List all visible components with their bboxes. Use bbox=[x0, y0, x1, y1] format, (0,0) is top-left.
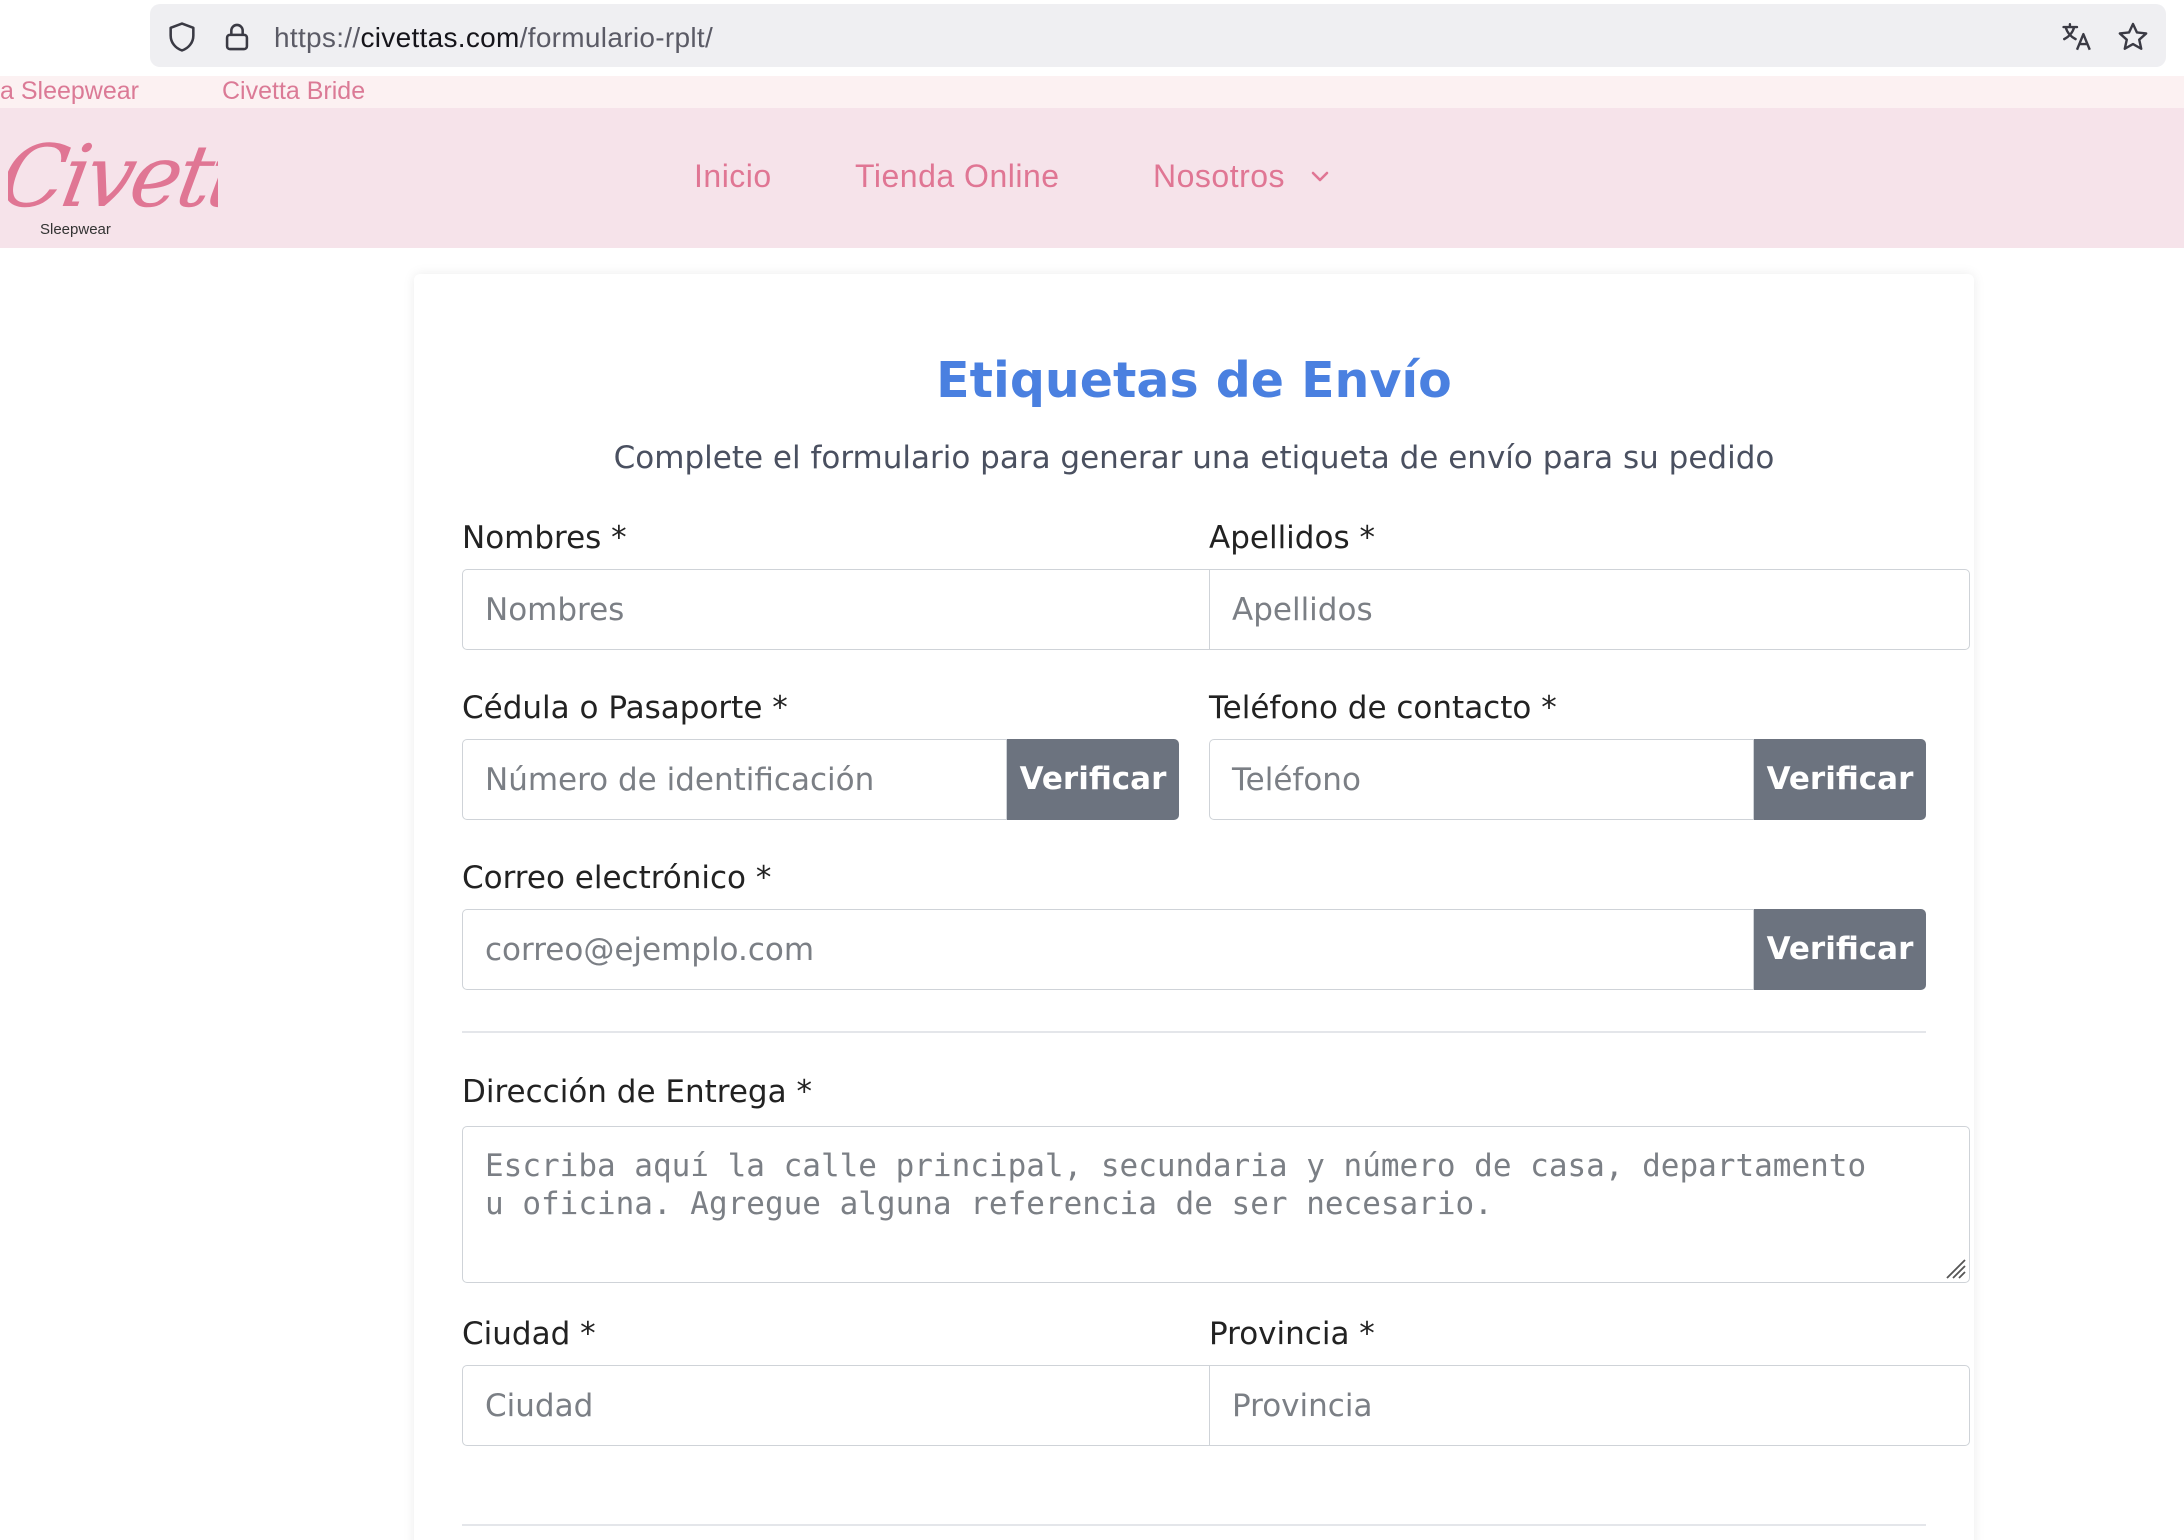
address-bar[interactable]: https://civettas.com/formulario-rplt/ bbox=[150, 4, 2166, 67]
civetta-logo[interactable]: Civetta Sleepwear bbox=[8, 118, 218, 238]
section-divider-bottom bbox=[462, 1524, 1926, 1526]
url-text[interactable]: https://civettas.com/formulario-rplt/ bbox=[274, 22, 713, 54]
telefono-input[interactable]: Teléfono bbox=[1209, 739, 1754, 820]
correo-label: Correo electrónico * bbox=[462, 860, 772, 896]
svg-text:Sleepwear: Sleepwear bbox=[40, 221, 111, 238]
url-path: /formulario-rplt/ bbox=[519, 22, 714, 53]
provincia-input[interactable]: Provincia bbox=[1209, 1365, 1970, 1446]
lock-icon[interactable] bbox=[220, 20, 254, 54]
verificar-correo-button[interactable]: Verificar bbox=[1754, 909, 1926, 990]
site-header: Civetta Sleepwear Inicio Tienda Online N… bbox=[0, 108, 2184, 248]
verificar-cedula-button[interactable]: Verificar bbox=[1007, 739, 1179, 820]
correo-input[interactable]: correo@ejemplo.com bbox=[462, 909, 1754, 990]
topbar-link-sleepwear[interactable]: a Sleepwear bbox=[0, 77, 139, 106]
shield-icon[interactable] bbox=[165, 20, 199, 54]
apellidos-label: Apellidos * bbox=[1209, 520, 1375, 556]
form-title: Etiquetas de Envío bbox=[936, 352, 1452, 409]
topbar-link-bride[interactable]: Civetta Bride bbox=[222, 77, 365, 106]
bookmark-star-icon[interactable] bbox=[2116, 20, 2150, 54]
ciudad-label: Ciudad * bbox=[462, 1316, 596, 1352]
ciudad-input[interactable]: Ciudad bbox=[462, 1365, 1210, 1446]
direccion-placeholder-line2: u oficina. Agregue alguna referencia de … bbox=[485, 1186, 1493, 1222]
nombres-label: Nombres * bbox=[462, 520, 627, 556]
direccion-textarea[interactable]: Escriba aquí la calle principal, secunda… bbox=[462, 1126, 1970, 1283]
svg-text:Civetta: Civetta bbox=[8, 128, 218, 227]
apellidos-input[interactable]: Apellidos bbox=[1209, 569, 1970, 650]
direccion-placeholder-line1: Escriba aquí la calle principal, secunda… bbox=[485, 1148, 1867, 1184]
direccion-label: Dirección de Entrega * bbox=[462, 1074, 812, 1110]
resize-handle-icon[interactable] bbox=[1941, 1254, 1967, 1280]
verificar-telefono-button[interactable]: Verificar bbox=[1754, 739, 1926, 820]
nav-nosotros[interactable]: Nosotros bbox=[1153, 158, 1285, 195]
form-subtitle: Complete el formulario para generar una … bbox=[613, 440, 1775, 476]
url-scheme: https:// bbox=[274, 22, 361, 53]
cedula-input[interactable]: Número de identificación bbox=[462, 739, 1007, 820]
section-divider bbox=[462, 1031, 1926, 1033]
nombres-input[interactable]: Nombres bbox=[462, 569, 1210, 650]
top-links-bar: a Sleepwear Civetta Bride bbox=[0, 76, 2184, 108]
chevron-down-icon[interactable] bbox=[1310, 170, 1330, 184]
url-host: civettas.com bbox=[360, 22, 520, 53]
translate-icon[interactable] bbox=[2060, 20, 2094, 54]
nav-inicio[interactable]: Inicio bbox=[694, 158, 772, 195]
provincia-label: Provincia * bbox=[1209, 1316, 1375, 1352]
shipping-form-card: Etiquetas de Envío Complete el formulari… bbox=[414, 274, 1974, 1540]
nav-tienda-online[interactable]: Tienda Online bbox=[855, 158, 1060, 195]
telefono-label: Teléfono de contacto * bbox=[1209, 690, 1557, 726]
cedula-label: Cédula o Pasaporte * bbox=[462, 690, 788, 726]
